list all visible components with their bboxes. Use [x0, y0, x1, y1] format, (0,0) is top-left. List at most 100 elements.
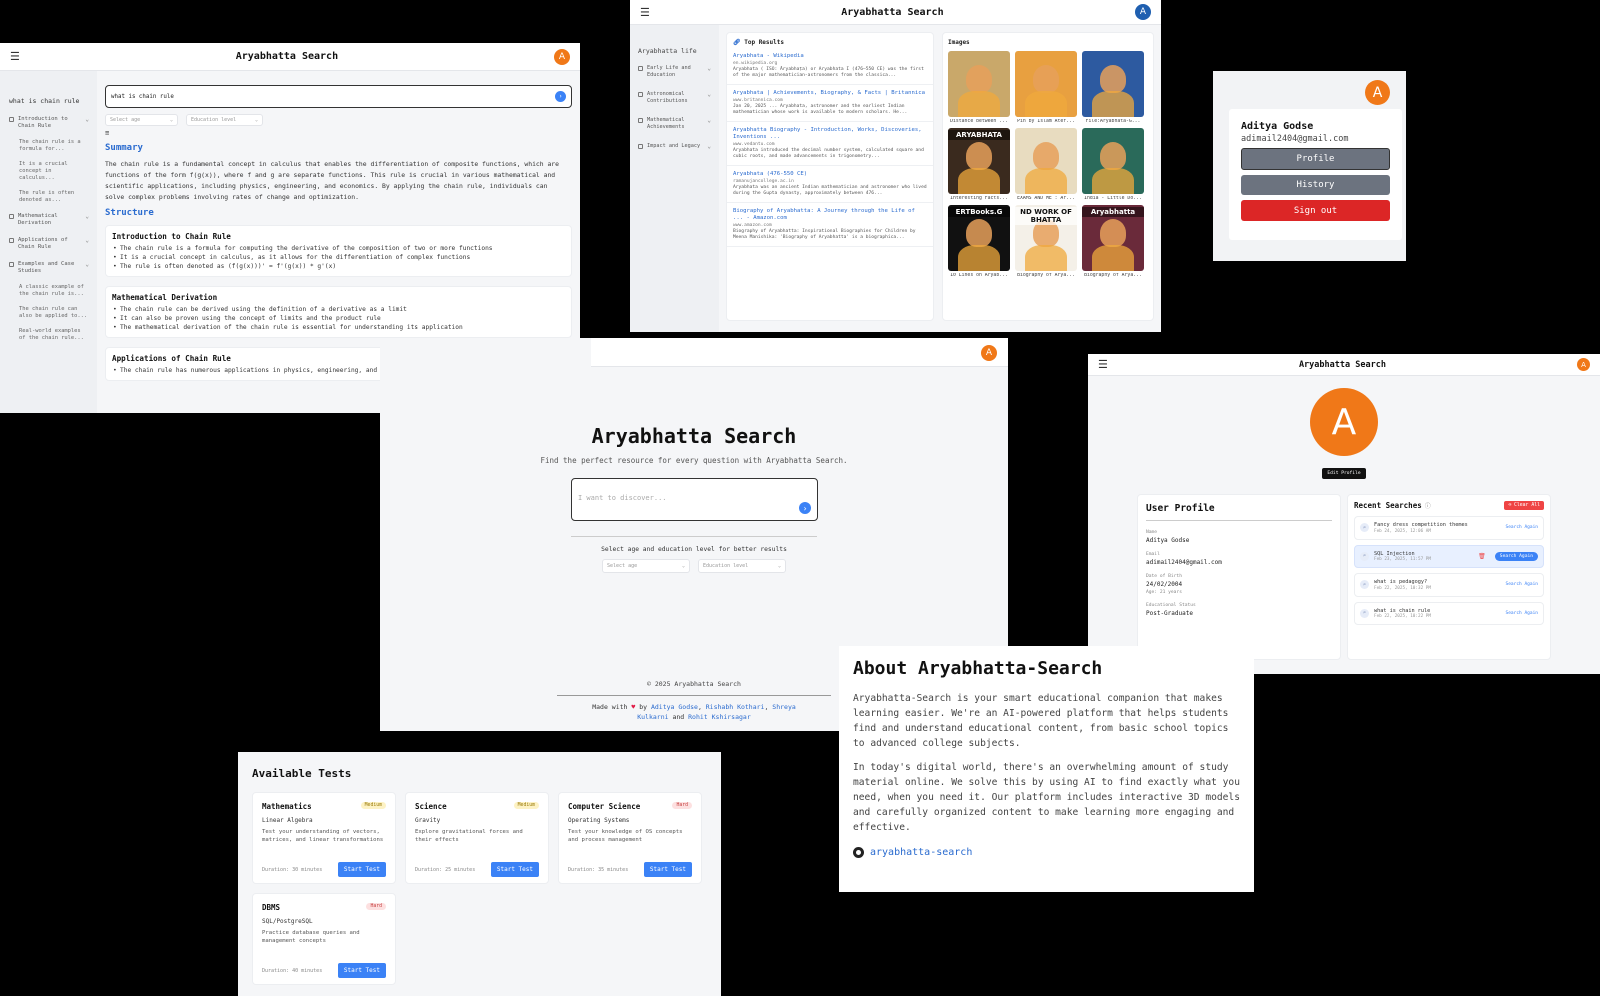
result-title-link[interactable]: Aryabhata | Achievements, Biography, & F… [733, 90, 927, 97]
start-test-button[interactable]: Start Test [490, 862, 539, 877]
image-thumbnail[interactable]: ERTBooks.G [948, 205, 1010, 271]
image-tile[interactable]: Distance between ... [948, 51, 1010, 124]
signout-button[interactable]: Sign out [1241, 200, 1390, 221]
sidebar-item[interactable]: Introduction to Chain Rule ⌄ [9, 111, 89, 135]
recent-search-item[interactable]: ⌕ SQL Injection Feb 23, 2025, 11:57 PM 🗑︎ Se… [1354, 544, 1544, 568]
menu-icon[interactable]: ☰ [10, 50, 20, 63]
age-select[interactable]: Select age ⌄ [602, 559, 690, 573]
submit-arrow-icon[interactable]: › [799, 502, 811, 514]
image-tile[interactable]: ND WORK OF BHATTA Biography of Arya... [1015, 205, 1077, 278]
result-title-link[interactable]: Biography of Aryabhatta: A Journey throu… [733, 208, 927, 222]
search-again-button[interactable]: Search Again [1494, 551, 1538, 561]
image-caption: India - Little Do... [1084, 196, 1142, 201]
avatar[interactable]: A [1577, 358, 1590, 371]
age-select[interactable]: Select age ⌄ [105, 114, 178, 126]
chevron-down-icon: ⌄ [254, 117, 258, 123]
image-thumbnail[interactable]: Aryabhatta [1082, 205, 1144, 271]
image-thumbnail[interactable]: ARYABHATA [948, 128, 1010, 194]
sidebar-item[interactable]: Astronomical Contributions ⌄ [638, 85, 711, 111]
info-icon: ⓘ [1424, 503, 1431, 510]
search-again-button[interactable]: Search Again [1505, 525, 1538, 530]
clear-all-button[interactable]: ⌫ Clear All [1504, 501, 1544, 510]
recent-search-item[interactable]: ⌕ what is chain rule Feb 22, 2025, 10:22 P… [1354, 601, 1544, 625]
sidebar-item[interactable]: Impact and Legacy ⌄ [638, 137, 711, 156]
sidebar-item[interactable]: Early Life and Education ⌄ [638, 59, 711, 85]
sidebar-item[interactable]: Mathematical Achievements ⌄ [638, 111, 711, 137]
image-thumbnail[interactable] [1082, 51, 1144, 117]
image-tile[interactable]: Aryabhatta Biography of Arya... [1082, 205, 1144, 278]
author-link[interactable]: Rohit Kshirsagar [688, 713, 751, 721]
credits: Made with ♥ by Aditya Godse, Rishabh Kot… [592, 703, 796, 721]
sidebar-item[interactable]: Examples and Case Studies ⌄ [9, 256, 89, 280]
result-title-link[interactable]: Aryabhatta Biography - Introduction, Wor… [733, 127, 927, 141]
image-tile[interactable]: Pin by Islam Atef... [1015, 51, 1077, 124]
image-tile[interactable]: ERTBooks.G 10 Lines on Aryab... [948, 205, 1010, 278]
result-item[interactable]: Aryabhatta Biography - Introduction, Wor… [727, 122, 933, 166]
query-input[interactable]: what is chain rule [111, 94, 174, 100]
structure-heading: Structure [105, 208, 154, 218]
result-url: www.britannica.com [733, 98, 783, 103]
recent-search-item[interactable]: ⌕ what is pedagogy? Feb 22, 2025, 10:32 PM… [1354, 573, 1544, 597]
image-thumbnail[interactable] [1015, 51, 1077, 117]
image-thumbnail[interactable] [1015, 128, 1077, 194]
github-link[interactable]: aryabhatta-search [853, 847, 1240, 858]
sidebar-item-label: Applications of Chain Rule [18, 237, 68, 250]
profile-button[interactable]: Profile [1241, 148, 1390, 170]
image-thumbnail[interactable]: ND WORK OF BHATTA [1015, 205, 1077, 271]
edit-profile-button[interactable]: Edit Profile [1322, 468, 1366, 479]
about-paragraph-2: In today's digital world, there's an ove… [853, 762, 1240, 833]
avatar[interactable]: A [1134, 4, 1151, 20]
top-results-heading: Top Results [744, 39, 784, 46]
recent-search-item[interactable]: ⌕ Fancy dress competition themes Feb 24, 2… [1354, 516, 1544, 540]
user-name: Aditya Godse [1241, 121, 1314, 132]
search-again-button[interactable]: Search Again [1505, 611, 1538, 616]
result-title-link[interactable]: Aryabhata - Wikipedia [733, 53, 927, 60]
education-select[interactable]: Education level ⌄ [186, 114, 263, 126]
start-test-button[interactable]: Start Test [337, 862, 386, 877]
result-item[interactable]: Aryabhata | Achievements, Biography, & F… [727, 85, 933, 122]
eye-icon [638, 66, 643, 71]
filter-icon[interactable]: ≡ [105, 129, 572, 137]
image-tile[interactable]: EXAMS AND ME : Ar... [1015, 128, 1077, 201]
menu-icon[interactable]: ☰ [640, 6, 650, 19]
result-item[interactable]: Biography of Aryabhatta: A Journey throu… [727, 203, 933, 247]
image-tile[interactable]: India - Little Do... [1082, 128, 1144, 201]
submit-arrow-icon[interactable]: › [555, 91, 566, 102]
avatar[interactable]: A [553, 48, 570, 65]
start-test-button[interactable]: Start Test [643, 862, 692, 877]
history-query[interactable]: what is chain rule [9, 97, 89, 105]
image-thumbnail[interactable] [948, 51, 1010, 117]
author-link[interactable]: Aditya Godse [651, 703, 698, 711]
result-url: en.wikipedia.org [733, 61, 778, 66]
history-button[interactable]: History [1241, 175, 1390, 195]
result-description: Jan 20, 2025 ... Aryabhata, astronomer a… [733, 104, 908, 115]
trash-icon[interactable]: 🗑︎ [1478, 553, 1486, 560]
sidebar-subitem[interactable]: Real-world examples of the chain rule... [9, 324, 89, 346]
sidebar-item[interactable]: Mathematical Derivation ⌄ [9, 208, 89, 232]
sidebar-subitem[interactable]: A classic example of the chain rule is..… [9, 280, 89, 302]
chevron-down-icon: ⌄ [85, 261, 89, 268]
profile-avatar: A [1310, 388, 1378, 456]
discover-input[interactable]: I want to discover... › [571, 478, 818, 521]
result-title-link[interactable]: Aryabhata (476-550 CE) [733, 171, 927, 178]
image-thumbnail[interactable] [1082, 128, 1144, 194]
sidebar-subitem[interactable]: The chain rule can also be applied to... [9, 302, 89, 324]
query-box[interactable]: what is chain rule › [105, 85, 572, 108]
result-item[interactable]: Aryabhata (476-550 CE) ramanujancollege.a… [727, 166, 933, 203]
search-again-button[interactable]: Search Again [1505, 582, 1538, 587]
start-test-button[interactable]: Start Test [337, 963, 386, 978]
sidebar-subitem[interactable]: The rule is often denoted as... [9, 186, 89, 208]
sidebar-subitem[interactable]: It is a crucial concept in calculus... [9, 157, 89, 186]
avatar[interactable]: A [981, 345, 997, 361]
chevron-down-icon: ⌄ [85, 116, 89, 123]
education-select[interactable]: Education level ⌄ [698, 559, 786, 573]
image-tile[interactable]: ARYABHATA Interesting Facts... [948, 128, 1010, 201]
author-link[interactable]: Rishabh Kothari [706, 703, 765, 711]
result-item[interactable]: Aryabhata - Wikipedia en.wikipedia.org Ary… [727, 48, 933, 85]
menu-icon[interactable]: ☰ [1098, 358, 1108, 371]
avatar[interactable]: A [1365, 80, 1390, 105]
image-tile[interactable]: File:Aryabhata-G... [1082, 51, 1144, 124]
sidebar-item[interactable]: Applications of Chain Rule ⌄ [9, 232, 89, 256]
figure-shape [1092, 91, 1134, 117]
sidebar-subitem[interactable]: The chain rule is a formula for... [9, 135, 89, 157]
